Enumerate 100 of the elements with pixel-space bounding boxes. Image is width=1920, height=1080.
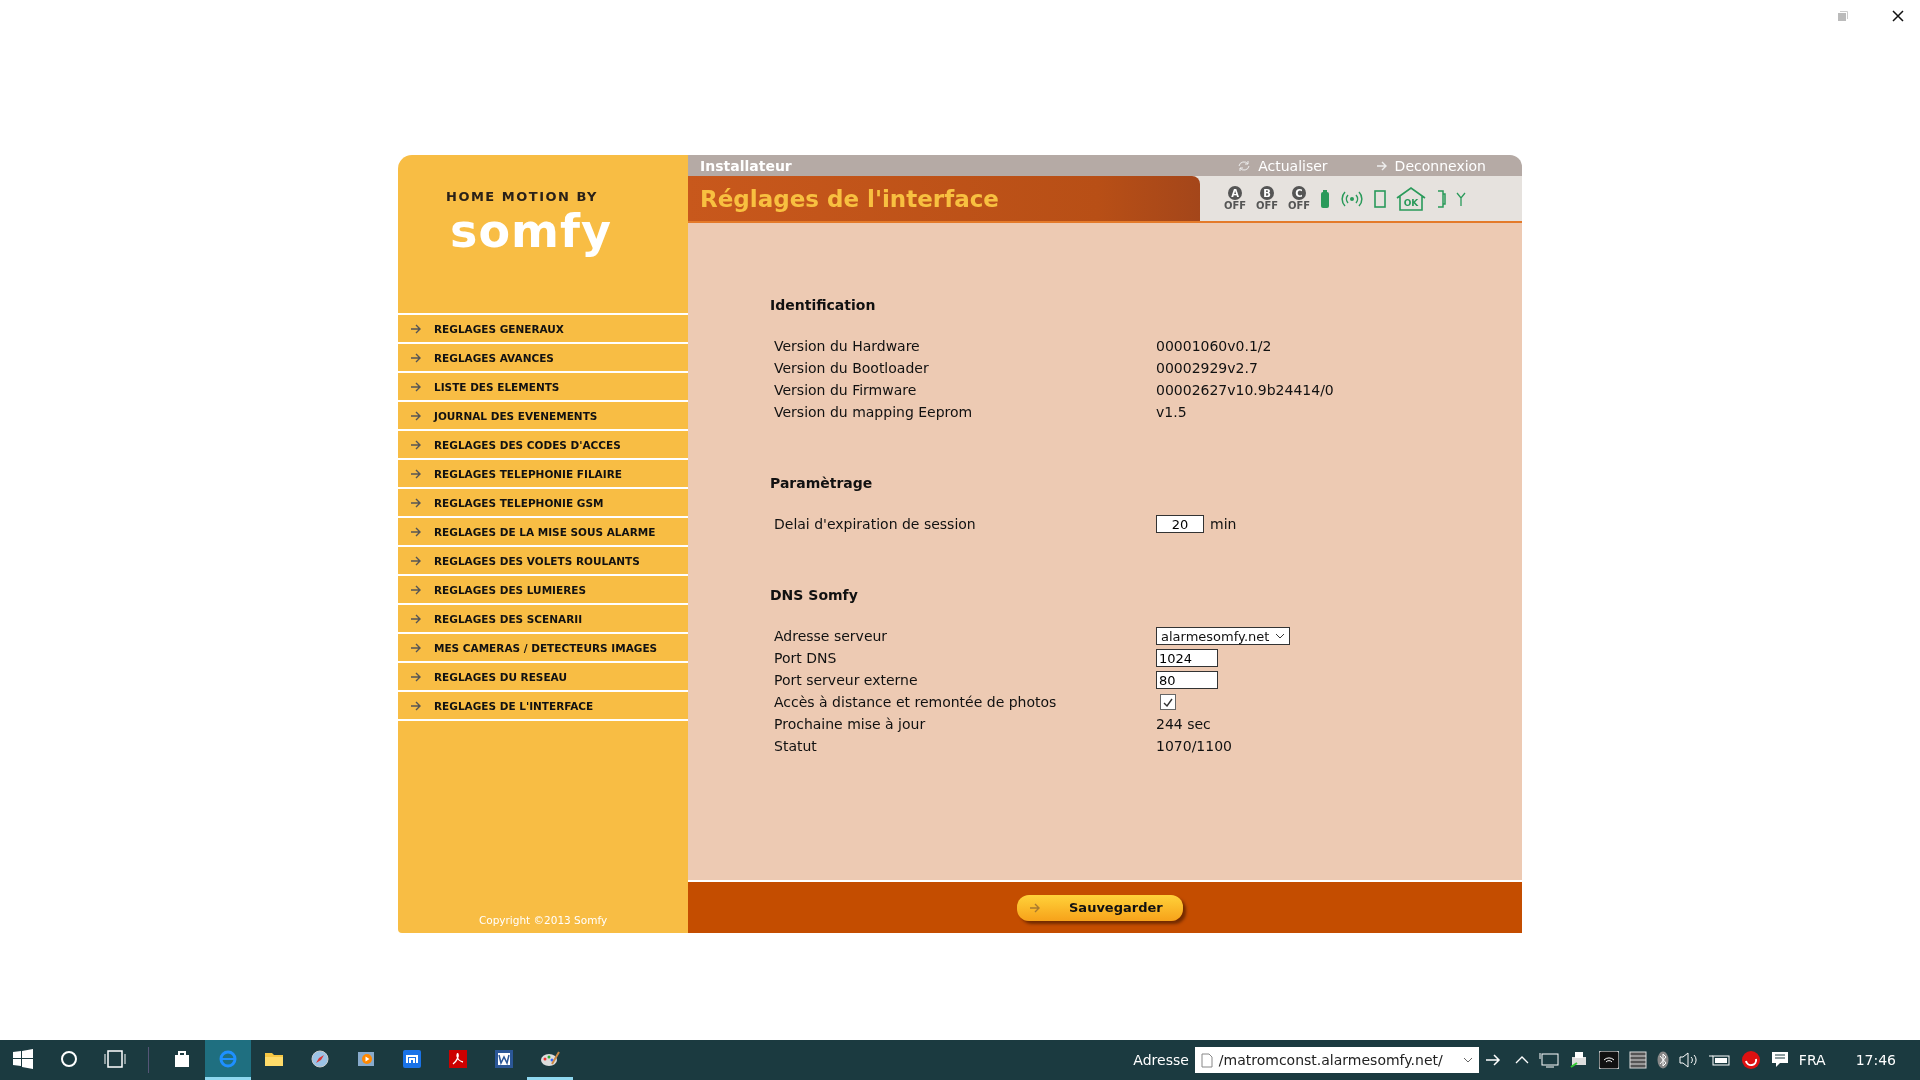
arrow-icon bbox=[410, 439, 422, 450]
menu-item[interactable]: REGLAGES TELEPHONIE GSM bbox=[398, 489, 688, 518]
menu-item[interactable]: REGLAGES DES CODES D'ACCES bbox=[398, 431, 688, 460]
app-tile-icon bbox=[403, 1049, 421, 1068]
copyright-text: Copyright ©2013 Somfy bbox=[478, 914, 608, 926]
address-label: Adresse bbox=[1133, 1052, 1189, 1068]
language-indicator[interactable]: FRA bbox=[1798, 1052, 1826, 1068]
server-dropdown[interactable]: alarmesomfy.net bbox=[1156, 627, 1290, 645]
session-timeout-field[interactable]: 20 bbox=[1156, 515, 1204, 533]
arrow-icon bbox=[1029, 902, 1041, 913]
field-value: 00001060v0.1/2 bbox=[1156, 338, 1272, 354]
arrow-icon bbox=[410, 642, 422, 653]
zone-status: B OFF bbox=[1256, 186, 1278, 211]
unit-label: min bbox=[1210, 516, 1237, 532]
menu-item[interactable]: REGLAGES DES VOLETS ROULANTS bbox=[398, 547, 688, 576]
address-field[interactable]: /matromconst.alarmesomfy.net/ bbox=[1194, 1047, 1479, 1073]
menu-item[interactable]: REGLAGES DU RESEAU bbox=[398, 663, 688, 692]
save-button[interactable]: Sauvegarder bbox=[1017, 894, 1183, 921]
zone-status: A OFF bbox=[1224, 186, 1246, 211]
arrow-icon bbox=[410, 584, 422, 595]
speaker-icon[interactable] bbox=[1678, 1052, 1699, 1068]
port-field[interactable]: 1024 bbox=[1156, 649, 1218, 667]
field-label: Version du mapping Eeprom bbox=[774, 404, 973, 420]
go-arrow-icon[interactable] bbox=[1484, 1053, 1501, 1067]
document-icon bbox=[495, 1049, 513, 1068]
field-label: Accès à distance et remontée de photos bbox=[774, 694, 1057, 710]
arrow-icon bbox=[410, 468, 422, 479]
arrow-icon bbox=[410, 323, 422, 334]
field-value: v1.5 bbox=[1156, 404, 1187, 420]
section-title: Identification bbox=[770, 297, 876, 313]
circle-icon bbox=[60, 1049, 78, 1068]
play-icon bbox=[357, 1049, 375, 1068]
antivirus-icon[interactable] bbox=[1740, 1050, 1761, 1070]
palette-icon bbox=[540, 1049, 560, 1068]
folder-icon bbox=[264, 1050, 284, 1067]
battery-icon bbox=[1320, 189, 1330, 208]
user-role: Installateur bbox=[700, 157, 793, 174]
menu-item[interactable]: JOURNAL DES EVENEMENTS bbox=[398, 402, 688, 431]
chevron-up-icon[interactable] bbox=[1514, 1056, 1529, 1064]
bluetooth-icon[interactable] bbox=[1656, 1051, 1669, 1069]
arrow-icon bbox=[410, 613, 422, 624]
signal-waves-icon bbox=[1340, 190, 1364, 207]
field-value: 00002929v2.7 bbox=[1156, 360, 1258, 376]
field-label: Adresse serveur bbox=[774, 628, 888, 644]
caret-icon[interactable] bbox=[1462, 1057, 1473, 1063]
notification-icon[interactable] bbox=[1770, 1051, 1789, 1069]
zone-status: C OFF bbox=[1288, 186, 1310, 211]
field-value: 00002627v10.9b24414/0 bbox=[1156, 382, 1334, 398]
menu-item[interactable]: REGLAGES DE LA MISE SOUS ALARME bbox=[398, 518, 688, 547]
field-label: Version du Firmware bbox=[774, 382, 917, 398]
field-value: 1070/1100 bbox=[1156, 738, 1232, 754]
sensor-icon bbox=[1436, 189, 1446, 208]
arrow-icon bbox=[410, 671, 422, 682]
windows-logo-icon bbox=[13, 1048, 33, 1069]
close-icon[interactable] bbox=[1892, 10, 1904, 22]
antenna-icon bbox=[1456, 191, 1466, 206]
logo-tagline: HOME MOTION BY bbox=[446, 189, 599, 204]
compass-icon bbox=[311, 1049, 329, 1068]
section-title: Paramètrage bbox=[770, 475, 873, 491]
menu-item[interactable]: REGLAGES TELEPHONIE FILAIRE bbox=[398, 460, 688, 489]
field-label: Prochaine mise à jour bbox=[774, 716, 926, 732]
refresh-icon bbox=[1237, 159, 1252, 172]
port-field[interactable]: 80 bbox=[1156, 671, 1218, 689]
shopping-bag-icon bbox=[173, 1049, 191, 1068]
arrow-icon bbox=[410, 352, 422, 363]
field-label: Version du Hardware bbox=[774, 338, 920, 354]
printer-icon[interactable] bbox=[1568, 1051, 1589, 1069]
arrow-icon bbox=[410, 555, 422, 566]
monitor-icon[interactable] bbox=[1538, 1052, 1559, 1068]
menu-item[interactable]: MES CAMERAS / DETECTEURS IMAGES bbox=[398, 634, 688, 663]
browser-icon bbox=[219, 1049, 237, 1068]
field-label: Port DNS bbox=[774, 650, 837, 666]
battery-icon[interactable] bbox=[1708, 1053, 1731, 1067]
menu-item[interactable]: LISTE DES ELEMENTS bbox=[398, 373, 688, 402]
section-title: DNS Somfy bbox=[770, 587, 858, 603]
menu-item[interactable]: REGLAGES DE L'INTERFACE bbox=[398, 692, 688, 721]
arrow-icon bbox=[410, 381, 422, 392]
page-title: Réglages de l'interface bbox=[700, 185, 999, 212]
arrow-icon bbox=[1375, 160, 1388, 171]
page-icon bbox=[1200, 1052, 1213, 1068]
field-value: 244 sec bbox=[1156, 716, 1211, 732]
field-label: Statut bbox=[774, 738, 817, 754]
menu-item[interactable]: REGLAGES GENERAUX bbox=[398, 315, 688, 344]
arrow-icon bbox=[410, 700, 422, 711]
pdf-icon bbox=[449, 1049, 467, 1068]
task-view-icon bbox=[104, 1049, 126, 1068]
menu-item[interactable]: REGLAGES AVANCES bbox=[398, 344, 688, 373]
wifi-icon[interactable] bbox=[1598, 1051, 1619, 1069]
clock-text[interactable]: 17:46 bbox=[1855, 1052, 1896, 1068]
menu-item[interactable]: REGLAGES DES LUMIERES bbox=[398, 576, 688, 605]
checkbox[interactable] bbox=[1160, 694, 1176, 710]
grid-icon[interactable] bbox=[1628, 1051, 1647, 1069]
door-icon bbox=[1374, 189, 1386, 208]
field-label: Port serveur externe bbox=[774, 672, 918, 688]
arrow-icon bbox=[410, 526, 422, 537]
arrow-icon bbox=[410, 497, 422, 508]
caret-icon bbox=[1275, 633, 1285, 639]
arrow-icon bbox=[410, 410, 422, 421]
field-label: Delai d'expiration de session bbox=[774, 516, 976, 532]
menu-item[interactable]: REGLAGES DES SCENARII bbox=[398, 605, 688, 634]
